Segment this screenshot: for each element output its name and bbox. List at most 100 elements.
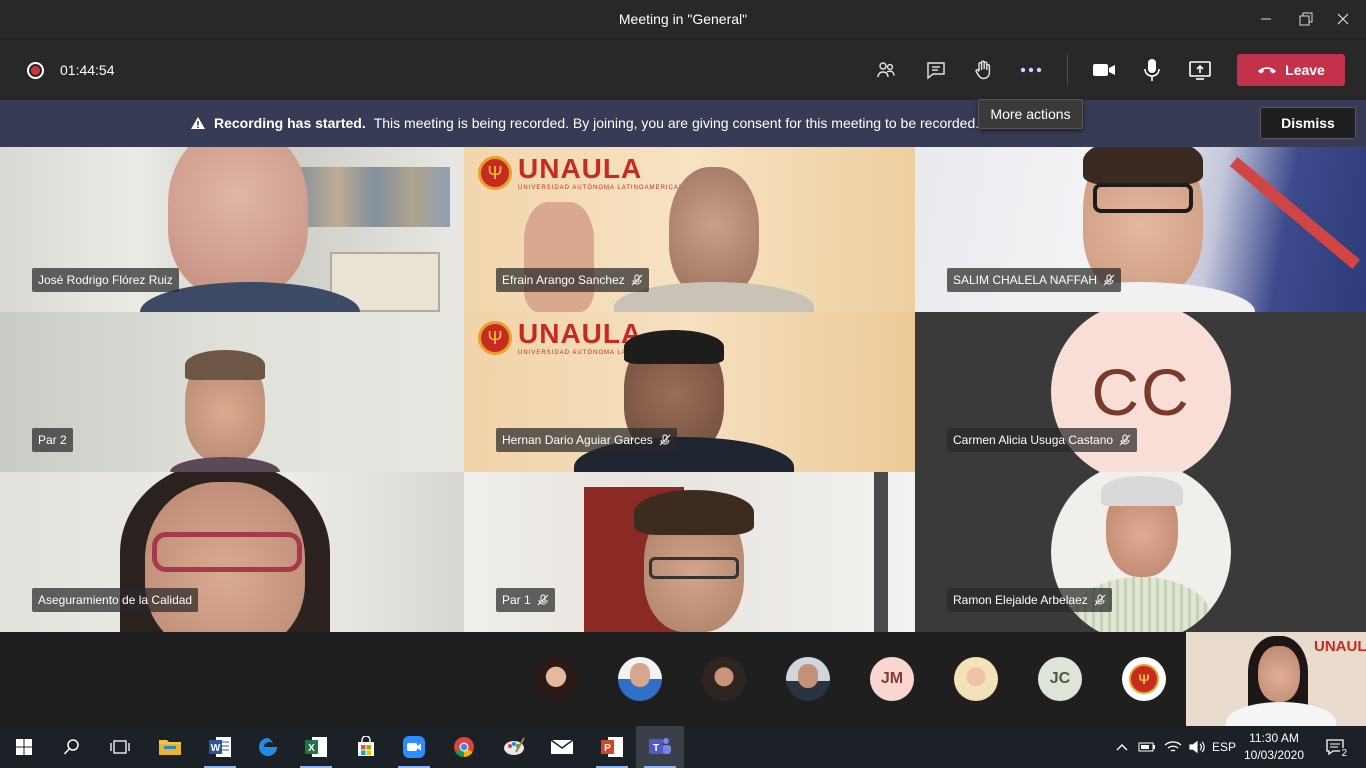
notification-count: 2 [1340,748,1348,759]
edge-icon[interactable] [244,726,292,768]
task-view-button[interactable] [96,726,144,768]
word-icon[interactable]: W [196,726,244,768]
chat-icon [927,62,945,80]
wall-art-stripe [1229,156,1361,270]
chrome-icon[interactable] [440,726,488,768]
participant-hair [624,330,724,364]
recording-banner: Recording has started. This meeting is b… [0,100,1366,147]
zoom-icon[interactable] [390,726,438,768]
warning-icon [191,117,205,129]
teams-icon[interactable]: T [636,726,684,768]
clock-date: 10/03/2020 [1243,748,1305,762]
unaula-badge-icon: Ψ [478,321,512,355]
participant-body [170,457,280,472]
video-tile[interactable]: Ψ UNAULA UNIVERSIDAD AUTÓNOMA LATINOAMER… [464,147,915,312]
more-actions-tooltip: More actions [978,99,1083,129]
close-button[interactable] [1320,0,1366,38]
excel-icon[interactable]: X [292,726,340,768]
participant-avatar-jc[interactable]: JC [1038,657,1082,701]
video-tile[interactable]: Ψ UNAULA UNIVERSIDAD AUTÓNOMA LATINOAMER… [464,312,915,472]
ellipsis-icon [1020,67,1042,73]
participant-thumbnail[interactable] [618,657,662,701]
video-tile[interactable]: Par 2 [0,312,464,472]
meeting-timer: 01:44:54 [60,62,115,78]
participant-thumbnail[interactable] [954,657,998,701]
unaula-badge-icon: Ψ [1129,664,1159,694]
participant-thumbnail[interactable] [534,657,578,701]
battery-icon[interactable] [1136,726,1158,768]
participant-body [1226,702,1336,726]
camera-icon [1093,64,1115,76]
glasses [649,557,739,579]
raised-hand [524,202,594,312]
participant-thumbnail[interactable] [786,657,830,701]
mail-icon[interactable] [538,726,586,768]
wifi-icon[interactable] [1162,726,1184,768]
svg-text:X: X [308,743,315,754]
camera-button[interactable] [1089,56,1119,84]
leave-button[interactable]: Leave [1237,54,1345,86]
teams-meeting-window: Meeting in "General" 01:44:54 Leave Reco… [0,0,1366,768]
participant-avatar-jm[interactable]: JM [870,657,914,701]
participant-thumbnail[interactable] [702,657,746,701]
dismiss-button[interactable]: Dismiss [1260,107,1356,139]
microphone-button[interactable] [1137,56,1167,84]
minimize-icon [1261,18,1271,20]
participant-name-tag: Carmen Alicia Usuga Castano [947,428,1138,452]
mic-off-icon [1094,594,1106,606]
participant-name: Aseguramiento de la Calidad [38,593,193,607]
video-tile[interactable]: SALIM CHALELA NAFFAH [915,147,1366,312]
participant-face [168,147,308,297]
mic-off-icon [631,274,643,286]
input-language[interactable]: ESP [1210,726,1238,768]
video-tile[interactable]: Par 1 [464,472,915,632]
participants-button[interactable] [871,56,901,84]
show-hidden-icons-button[interactable] [1112,726,1132,768]
mic-off-icon [537,594,549,606]
close-icon [1337,13,1349,25]
self-view-video[interactable]: UNAULA [1186,632,1366,726]
raise-hand-button[interactable] [968,56,998,84]
search-button[interactable] [48,726,96,768]
paint-icon[interactable] [490,726,538,768]
start-button[interactable] [0,726,48,768]
video-tile[interactable]: Ramon Elejalde Arbelaez [915,472,1366,632]
share-screen-button[interactable] [1185,56,1215,84]
chevron-up-icon [1116,744,1128,751]
title-bar: Meeting in "General" [0,0,1366,38]
microphone-icon [1144,59,1160,81]
system-clock[interactable]: 11:30 AM 10/03/2020 [1243,730,1305,764]
mic-off-icon [659,434,671,446]
notifications-button[interactable]: 2 [1318,726,1352,768]
participant-name: Hernan Dario Aguiar Garces [502,433,653,447]
participant-thumbnail[interactable]: Ψ [1122,657,1166,701]
store-icon[interactable] [342,726,390,768]
volume-icon[interactable] [1186,726,1208,768]
participant-hair [1101,476,1183,506]
toolbar-divider [1067,54,1068,86]
participant-name: Par 2 [38,433,67,447]
chat-button[interactable] [921,56,951,84]
mic-off-icon [1103,274,1115,286]
more-actions-button[interactable] [1016,56,1046,84]
participant-name-tag: Aseguramiento de la Calidad [32,588,199,612]
share-screen-icon [1189,61,1211,80]
banner-bold-text: Recording has started. [214,115,366,131]
participant-name: Par 1 [502,593,531,607]
video-tile[interactable]: CC Carmen Alicia Usuga Castano [915,312,1366,472]
participant-name: Efrain Arango Sanchez [502,273,625,287]
participant-hair [1083,147,1203,185]
people-icon [877,62,895,78]
file-explorer-icon[interactable] [146,726,194,768]
participant-face [630,663,650,687]
video-tile[interactable]: Aseguramiento de la Calidad [0,472,464,632]
participant-name-tag: Hernan Dario Aguiar Garces [496,428,677,452]
video-tile[interactable]: José Rodrigo Flórez Ruiz [0,147,464,312]
powerpoint-icon[interactable]: P [588,726,636,768]
bookshelf [300,167,450,227]
participant-strip: JM JC Ψ [0,632,1366,726]
unaula-badge-icon: Ψ [478,156,512,190]
participant-name-tag: Efrain Arango Sanchez [496,268,649,292]
recording-indicator-icon [27,62,44,79]
participant-name-tag: Ramon Elejalde Arbelaez [947,588,1112,612]
